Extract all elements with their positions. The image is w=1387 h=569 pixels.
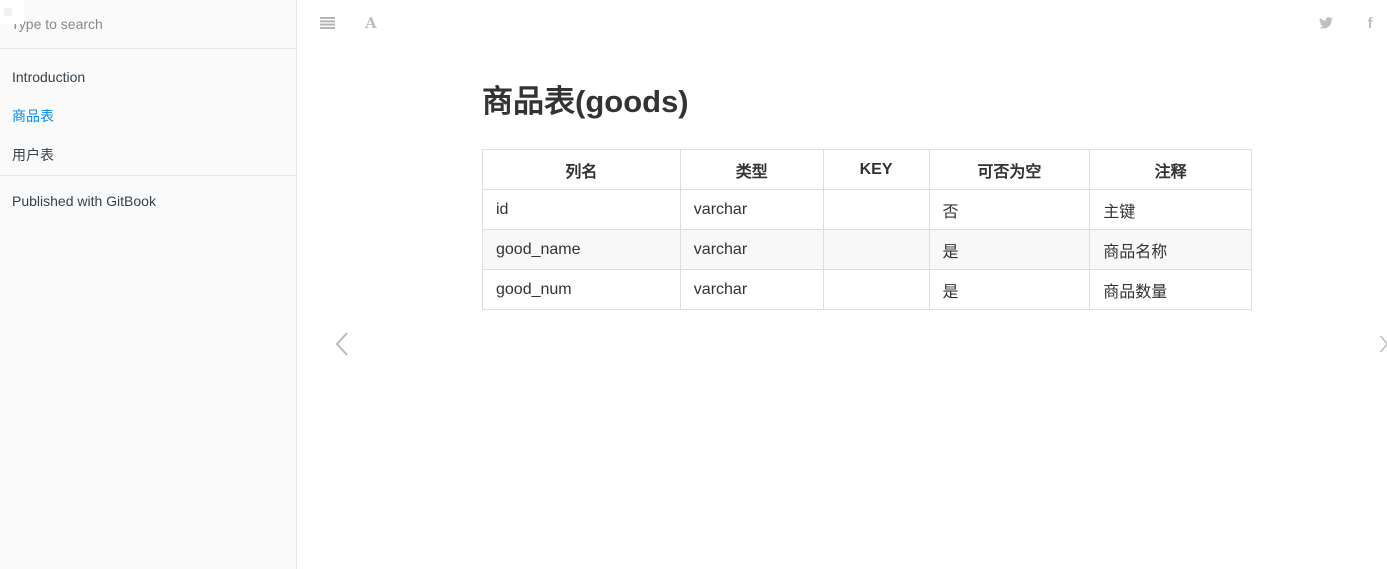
search-box xyxy=(0,0,296,49)
sidebar: Introduction 商品表 用户表 Published with GitB… xyxy=(0,0,297,569)
published-with-gitbook-link[interactable]: Published with GitBook xyxy=(0,176,296,226)
column-header-nullable: 可否为空 xyxy=(928,149,1091,190)
schema-table: 列名 类型 KEY 可否为空 注释 id varchar 否 主键 good_n… xyxy=(482,149,1252,310)
facebook-icon[interactable]: f xyxy=(1361,14,1379,32)
sidebar-item-user-table[interactable]: 用户表 xyxy=(0,136,296,175)
table-cell: varchar xyxy=(679,189,824,230)
sidebar-nav: Introduction 商品表 用户表 xyxy=(0,49,296,175)
previous-page-button[interactable] xyxy=(330,330,354,358)
column-header-name: 列名 xyxy=(482,149,681,190)
table-cell: 商品名称 xyxy=(1089,229,1252,270)
table-cell: 主键 xyxy=(1089,189,1252,230)
corner-marker xyxy=(0,0,24,24)
table-cell xyxy=(822,269,930,310)
table-header-row: 列名 类型 KEY 可否为空 注释 xyxy=(482,149,1252,190)
column-header-key: KEY xyxy=(822,149,930,190)
table-cell: good_num xyxy=(482,269,681,310)
gitbook-page: Introduction 商品表 用户表 Published with GitB… xyxy=(0,0,1387,569)
table-row: good_name varchar 是 商品名称 xyxy=(482,229,1252,270)
chevron-right-icon xyxy=(1379,335,1387,353)
menu-icon[interactable] xyxy=(318,14,336,32)
table-cell: varchar xyxy=(679,269,824,310)
table-row: good_num varchar 是 商品数量 xyxy=(482,269,1252,310)
page-title: 商品表(goods) xyxy=(482,84,689,119)
font-settings-icon[interactable]: A xyxy=(362,14,380,32)
search-input[interactable] xyxy=(11,16,281,32)
table-cell xyxy=(822,189,930,230)
next-page-button[interactable] xyxy=(1379,330,1387,358)
table-cell xyxy=(822,229,930,270)
twitter-bird-icon xyxy=(1319,17,1333,29)
twitter-icon[interactable] xyxy=(1317,14,1335,32)
main-content: A f 商品表(goods) 列名 类型 KEY 可否为空 注释 id varc… xyxy=(297,0,1387,569)
table-cell: 是 xyxy=(928,269,1091,310)
table-row: id varchar 否 主键 xyxy=(482,189,1252,230)
sidebar-item-goods-table[interactable]: 商品表 xyxy=(0,97,296,136)
sidebar-item-introduction[interactable]: Introduction xyxy=(0,58,296,97)
column-header-comment: 注释 xyxy=(1089,149,1252,190)
hamburger-icon xyxy=(319,17,335,29)
table-cell: good_name xyxy=(482,229,681,270)
column-header-type: 类型 xyxy=(679,149,824,190)
table-cell: 商品数量 xyxy=(1089,269,1252,310)
table-cell: 否 xyxy=(928,189,1091,230)
table-cell: id xyxy=(482,189,681,230)
table-cell: 是 xyxy=(928,229,1091,270)
table-cell: varchar xyxy=(679,229,824,270)
chevron-left-icon xyxy=(335,332,348,356)
